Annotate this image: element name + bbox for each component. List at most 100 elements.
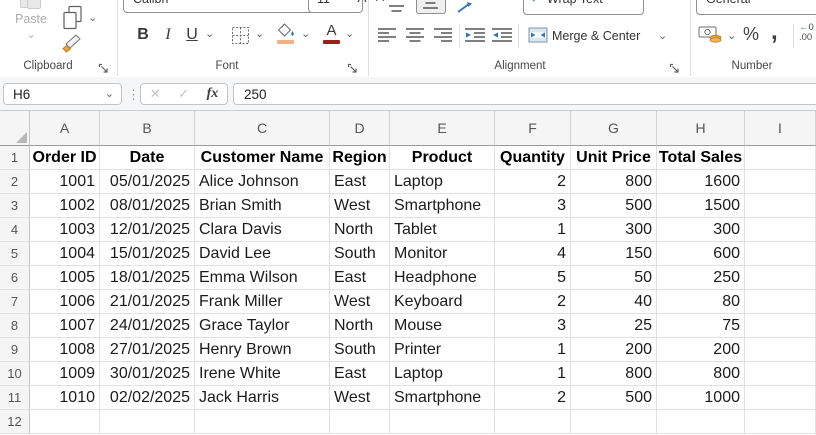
wrap-text-button[interactable]: ↩ Wrap Text: [523, 0, 644, 15]
cell-i11[interactable]: [745, 386, 816, 410]
cell-e3[interactable]: Smartphone: [390, 194, 495, 218]
cell-i4[interactable]: [745, 218, 816, 242]
middle-align-button[interactable]: [389, 0, 404, 18]
column-header-g[interactable]: G: [571, 111, 657, 146]
cell-g3[interactable]: 500: [571, 194, 657, 218]
cell-h4[interactable]: 300: [657, 218, 745, 242]
row-header-8[interactable]: 8: [0, 314, 30, 338]
cell-g7[interactable]: 40: [571, 290, 657, 314]
cell-g8[interactable]: 25: [571, 314, 657, 338]
cell-c5[interactable]: David Lee: [195, 242, 330, 266]
cell-d3[interactable]: West: [330, 194, 390, 218]
increase-indent-button[interactable]: [492, 28, 512, 47]
comma-style-button[interactable]: ,: [771, 18, 778, 46]
cell-c10[interactable]: Irene White: [195, 362, 330, 386]
cell-a12[interactable]: [30, 410, 100, 434]
merge-center-button[interactable]: [528, 27, 548, 48]
cell-d1[interactable]: Region: [330, 146, 390, 170]
cell-f5[interactable]: 4: [495, 242, 571, 266]
font-color-button[interactable]: A: [323, 22, 340, 39]
cell-c11[interactable]: Jack Harris: [195, 386, 330, 410]
merge-center-chevron-icon[interactable]: ⌄: [658, 31, 667, 41]
cell-h11[interactable]: 1000: [657, 386, 745, 410]
row-header-7[interactable]: 7: [0, 290, 30, 314]
cell-e12[interactable]: [390, 410, 495, 434]
cell-g12[interactable]: [571, 410, 657, 434]
cell-i7[interactable]: [745, 290, 816, 314]
copy-chevron-icon[interactable]: ⌄: [88, 13, 97, 23]
cell-i1[interactable]: [745, 146, 816, 170]
cell-d6[interactable]: East: [330, 266, 390, 290]
cell-i2[interactable]: [745, 170, 816, 194]
cell-i5[interactable]: [745, 242, 816, 266]
align-right-button[interactable]: [434, 28, 452, 47]
cell-c9[interactable]: Henry Brown: [195, 338, 330, 362]
cell-i6[interactable]: [745, 266, 816, 290]
cell-i8[interactable]: [745, 314, 816, 338]
cell-d11[interactable]: West: [330, 386, 390, 410]
cell-c1[interactable]: Customer Name: [195, 146, 330, 170]
row-header-3[interactable]: 3: [0, 194, 30, 218]
cell-h3[interactable]: 1500: [657, 194, 745, 218]
cell-e5[interactable]: Monitor: [390, 242, 495, 266]
cell-i12[interactable]: [745, 410, 816, 434]
cancel-button[interactable]: ✕: [150, 86, 161, 102]
cell-a1[interactable]: Order ID: [30, 146, 100, 170]
font-color-chevron-icon[interactable]: ⌄: [345, 29, 354, 39]
cell-g5[interactable]: 150: [571, 242, 657, 266]
cell-a6[interactable]: 1005: [30, 266, 100, 290]
select-all-corner[interactable]: [0, 111, 30, 146]
accounting-format-button[interactable]: [698, 25, 723, 48]
column-header-d[interactable]: D: [330, 111, 390, 146]
column-header-i[interactable]: I: [745, 111, 816, 146]
cell-g2[interactable]: 800: [571, 170, 657, 194]
row-header-5[interactable]: 5: [0, 242, 30, 266]
cell-f2[interactable]: 2: [495, 170, 571, 194]
cell-a8[interactable]: 1007: [30, 314, 100, 338]
column-header-b[interactable]: B: [100, 111, 195, 146]
cell-f3[interactable]: 3: [495, 194, 571, 218]
clipboard-dialog-launcher[interactable]: [98, 61, 109, 72]
cell-b5[interactable]: 15/01/2025: [100, 242, 195, 266]
shrink-font-button[interactable]: A: [376, 0, 384, 2]
cell-d10[interactable]: East: [330, 362, 390, 386]
cell-d4[interactable]: North: [330, 218, 390, 242]
cell-i9[interactable]: [745, 338, 816, 362]
accounting-chevron-icon[interactable]: ⌄: [727, 31, 736, 41]
bold-button[interactable]: B: [133, 22, 153, 48]
enter-button[interactable]: ✓: [178, 86, 189, 102]
borders-chevron-icon[interactable]: ⌄: [255, 29, 264, 39]
cell-e11[interactable]: Smartphone: [390, 386, 495, 410]
merge-center-label[interactable]: Merge & Center: [552, 29, 640, 43]
row-header-4[interactable]: 4: [0, 218, 30, 242]
column-header-c[interactable]: C: [195, 111, 330, 146]
row-header-11[interactable]: 11: [0, 386, 30, 410]
cell-d8[interactable]: North: [330, 314, 390, 338]
cell-c12[interactable]: [195, 410, 330, 434]
underline-chevron-icon[interactable]: ⌄: [205, 29, 214, 39]
cell-b7[interactable]: 21/01/2025: [100, 290, 195, 314]
cell-e2[interactable]: Laptop: [390, 170, 495, 194]
cell-f4[interactable]: 1: [495, 218, 571, 242]
percent-style-button[interactable]: %: [743, 24, 759, 45]
name-box[interactable]: H6 ⌄: [3, 83, 122, 105]
cell-f1[interactable]: Quantity: [495, 146, 571, 170]
cell-f6[interactable]: 5: [495, 266, 571, 290]
cell-f12[interactable]: [495, 410, 571, 434]
cell-g4[interactable]: 300: [571, 218, 657, 242]
fill-color-chevron-icon[interactable]: ⌄: [301, 29, 310, 39]
cell-f9[interactable]: 1: [495, 338, 571, 362]
cell-e8[interactable]: Mouse: [390, 314, 495, 338]
align-center-button[interactable]: [406, 28, 424, 47]
alignment-dialog-launcher[interactable]: [669, 61, 680, 72]
cell-g6[interactable]: 50: [571, 266, 657, 290]
column-header-h[interactable]: H: [657, 111, 745, 146]
cell-c4[interactable]: Clara Davis: [195, 218, 330, 242]
cell-i10[interactable]: [745, 362, 816, 386]
column-header-f[interactable]: F: [495, 111, 571, 146]
number-format-combobox[interactable]: General: [696, 0, 816, 15]
cell-c3[interactable]: Brian Smith: [195, 194, 330, 218]
cell-b12[interactable]: [100, 410, 195, 434]
column-header-a[interactable]: A: [30, 111, 100, 146]
insert-function-button[interactable]: fx: [207, 86, 219, 102]
